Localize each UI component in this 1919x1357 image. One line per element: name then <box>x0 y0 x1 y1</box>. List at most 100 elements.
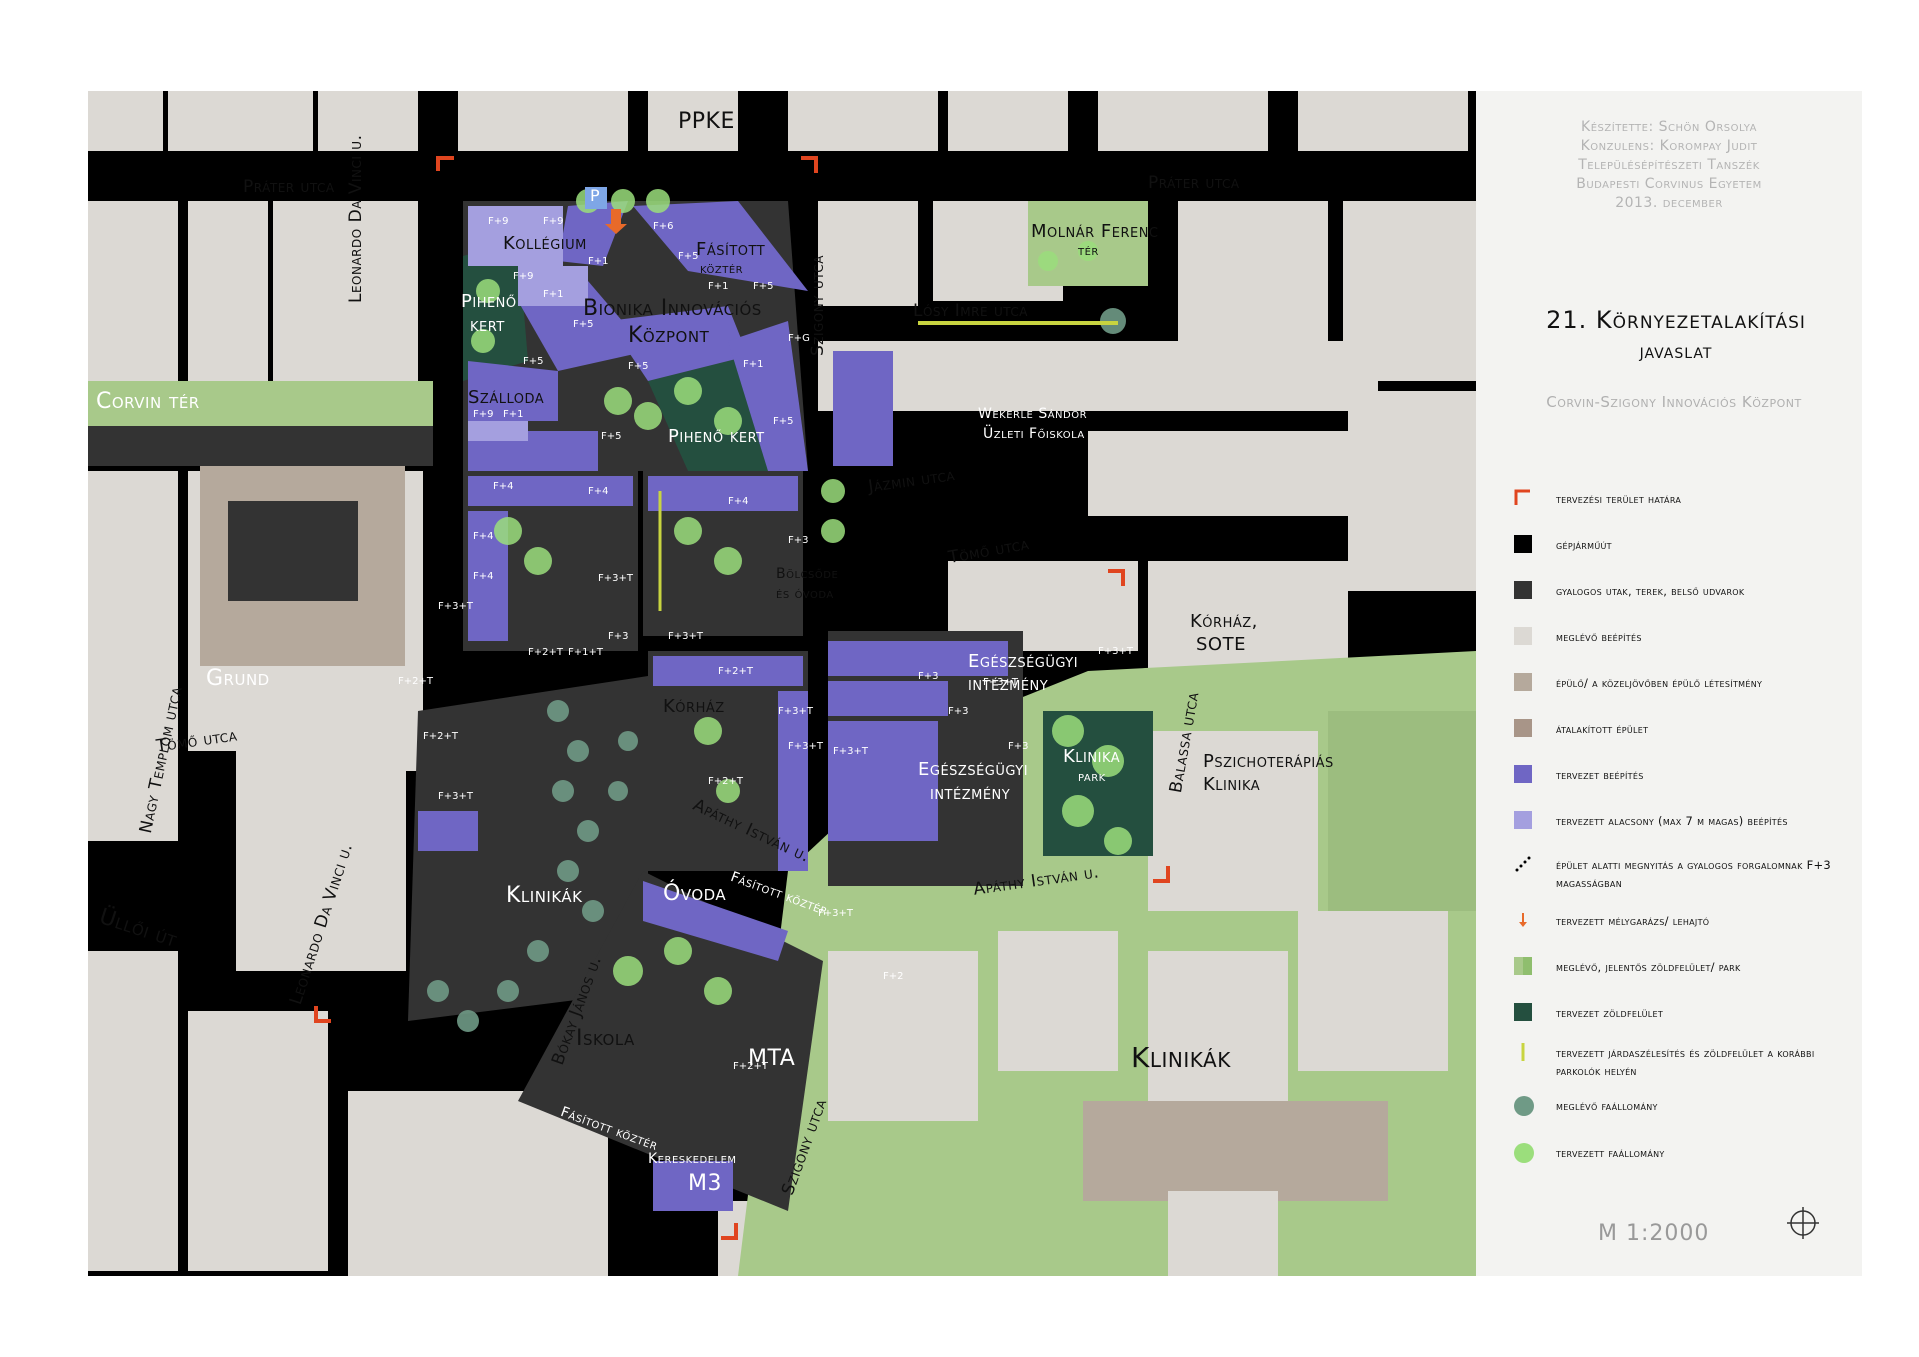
legend-label: tervezett mélygarázs/ lehajtó <box>1556 914 1710 928</box>
floor-tag: F+9 <box>513 271 534 282</box>
parking-sign: P <box>590 186 601 205</box>
legend-label: tervezett alacsony (max 7 m magas) beépí… <box>1556 814 1788 828</box>
floor-tag: F+3+T <box>983 677 1018 688</box>
label-molnar-2: tér <box>1078 243 1099 259</box>
credit-author: Készítette: Schön Orsolya <box>1581 119 1757 135</box>
legend-label: meglévő faállomány <box>1556 1099 1658 1113</box>
north-arrow-icon <box>1787 1207 1819 1239</box>
floor-tag: F+6 <box>653 221 674 232</box>
dotted-opening-icon <box>1515 856 1531 872</box>
floor-tag: F+2+T <box>528 647 563 658</box>
label-wekerle-1: Wekerle Sándor <box>978 406 1088 422</box>
floor-tag: F+3+T <box>833 746 868 757</box>
site-plan-map[interactable]: Práter utca Práter utca Leonardo Da Vinc… <box>88 91 1476 1276</box>
label-korhaz-sote-1: Kórház, <box>1190 611 1258 632</box>
label-klinikak-big: Klinikák <box>1131 1041 1231 1074</box>
label-molnar-1: Molnár Ferenc <box>1031 221 1159 242</box>
floor-tag: F+4 <box>493 481 514 492</box>
label-klinikak-w: Klinikák <box>506 883 583 908</box>
floor-tag: F+1 <box>588 256 609 267</box>
label-szalloda: Szálloda <box>468 387 545 408</box>
floor-tag: F+5 <box>773 416 794 427</box>
scale-label: M 1:2000 <box>1598 1221 1710 1246</box>
credit-university: Budapesti Corvinus Egyetem <box>1576 176 1762 192</box>
label-fasitott-1b: köztér <box>700 261 744 277</box>
legend-label: meglévő beépítés <box>1556 630 1642 644</box>
legend-swatch <box>1514 673 1532 691</box>
label-fasitott-1: Fásított <box>696 239 766 260</box>
legend-label: átalakított épület <box>1556 722 1649 736</box>
label-bionika-1: Bionika Innovációs <box>583 296 762 321</box>
label-pszicho-2: Klinika <box>1203 774 1261 795</box>
legend-swatch <box>1514 1003 1532 1021</box>
green-line-icon <box>1521 1043 1525 1061</box>
boundary-marker-icon <box>1514 489 1530 505</box>
panel-subtitle: Corvin-Szigony Innovációs Központ <box>1546 393 1802 411</box>
label-egeszseg-2b: intézmény <box>930 783 1011 804</box>
label-pszicho-1: Pszichoterápiás <box>1203 751 1334 772</box>
label-egeszseg-2a: Egészségügyi <box>918 759 1029 780</box>
label-korhaz: Kórház <box>663 696 725 717</box>
floor-tag: F+3 <box>788 535 809 546</box>
legend-swatch <box>1514 627 1532 645</box>
legend-label: gépjárműút <box>1556 538 1612 552</box>
panel-title: 21. Környezetalakítási <box>1546 306 1806 334</box>
floor-tag: F+2+T <box>718 666 753 677</box>
legend-label: tervezet beépítés <box>1556 768 1644 782</box>
panel-title-line2: javaslat <box>1639 339 1713 363</box>
label-kereskedelem: Kereskedelem <box>648 1151 737 1167</box>
floor-tag: F+9 <box>488 216 509 227</box>
legend-label: épület alatti megnyitás a gyalogos forga… <box>1556 858 1832 890</box>
floor-tag: F+3+T <box>438 791 473 802</box>
floor-tag: F+3 <box>948 706 969 717</box>
label-iskola: Iskola <box>576 1026 635 1051</box>
floor-tag: F+2+T <box>423 731 458 742</box>
floor-tag: F+1 <box>743 359 764 370</box>
floor-tag: F+5 <box>601 431 622 442</box>
floor-tag: F+3 <box>918 671 939 682</box>
legend-panel: Készítette: Schön Orsolya Konzulens: Kor… <box>1476 91 1862 1276</box>
label-kollegium: Kollégium <box>503 233 587 254</box>
label-grund: Grund <box>206 666 270 691</box>
floor-tag: F+4 <box>588 486 609 497</box>
credit-department: Településépítészeti Tanszék <box>1578 157 1760 173</box>
label-klinika-park-1: Klinika <box>1063 746 1121 767</box>
floor-tag: F+3+T <box>598 573 633 584</box>
label-piheno-2: Pihenő kert <box>668 426 765 447</box>
floor-tag: F+5 <box>523 356 544 367</box>
planned-tree-icon <box>1514 1143 1534 1163</box>
credit-date: 2013. december <box>1615 195 1723 211</box>
floor-tag: F+9 <box>543 216 564 227</box>
legend-swatch <box>1514 719 1532 737</box>
floor-tag: F+2+T <box>733 1061 768 1072</box>
credit-consultant: Konzulens: Korompay Judit <box>1580 138 1758 154</box>
floor-tag: F+3+T <box>1098 646 1133 657</box>
floor-tag: F+2 <box>883 971 904 982</box>
label-egeszseg-1a: Egészségügyi <box>968 651 1079 672</box>
existing-tree-icon <box>1514 1096 1534 1116</box>
label-korhaz-sote-2: SOTE <box>1196 634 1246 655</box>
legend-label: tervezett járdaszélesítés és zöldfelület… <box>1556 1046 1815 1078</box>
floor-tag: F+3 <box>608 631 629 642</box>
floor-tag: F+2+T <box>398 676 433 687</box>
label-bolcsode-2: és óvoda <box>776 586 834 602</box>
legend-swatch <box>1514 765 1532 783</box>
floor-tag: F+5 <box>628 361 649 372</box>
legend-swatch <box>1514 811 1532 829</box>
label-prater-e: Práter utca <box>1148 173 1240 193</box>
floor-tag: F+2+T <box>708 776 743 787</box>
floor-tag: F+3+T <box>438 601 473 612</box>
legend-label: gyalogos utak, terek, belső udvarok <box>1556 584 1745 598</box>
label-bolcsode-1: Bölcsőde <box>776 566 839 582</box>
floor-tag: F+4 <box>473 531 494 542</box>
floor-tag: F+1 <box>543 289 564 300</box>
label-ovoda: Óvoda <box>663 881 727 906</box>
map-drawing <box>88 91 1476 1276</box>
floor-tag: F+3+T <box>668 631 703 642</box>
floor-tag: F+4 <box>473 571 494 582</box>
legend-label: tervezési terület határa <box>1556 492 1682 506</box>
label-piheno-1: Pihenő <box>461 291 517 312</box>
label-klinika-park-2: park <box>1078 769 1106 785</box>
floor-tag: F+3+T <box>778 706 813 717</box>
floor-tag: F+3 <box>1008 741 1029 752</box>
